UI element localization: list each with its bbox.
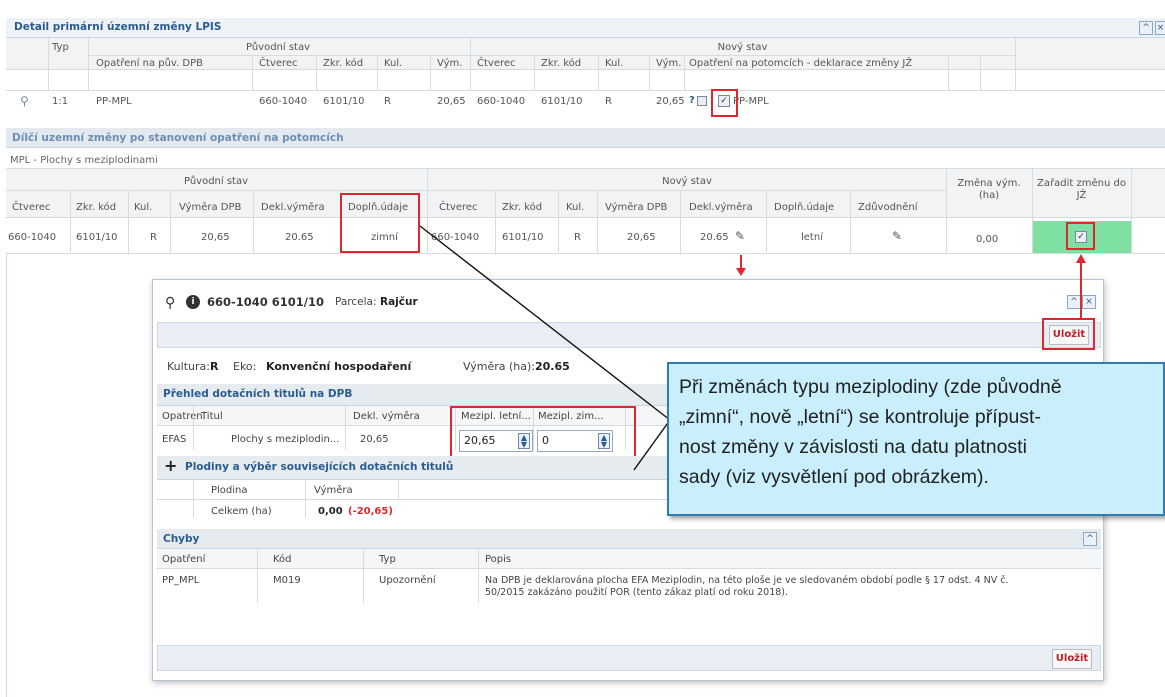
pointer-line-2 — [633, 419, 671, 471]
annotation-overlay — [419, 225, 1086, 471]
pointer-line-1 — [419, 225, 671, 421]
callout-line-4: sady (viz vysvětlení pod obrázkem). — [679, 466, 989, 488]
arrow-up-head — [1076, 254, 1086, 263]
explanation-callout: Při změnách typu meziplodiny (zde původn… — [667, 362, 1165, 516]
arrow-down-head — [736, 268, 746, 276]
callout-line-1: Při změnách typu meziplodiny (zde původn… — [679, 376, 1062, 398]
callout-line-3: nost změny v závislosti na datu platnost… — [679, 436, 1027, 458]
callout-line-2: „zimní“, nově „letní“) se kontroluje pří… — [679, 406, 1041, 428]
